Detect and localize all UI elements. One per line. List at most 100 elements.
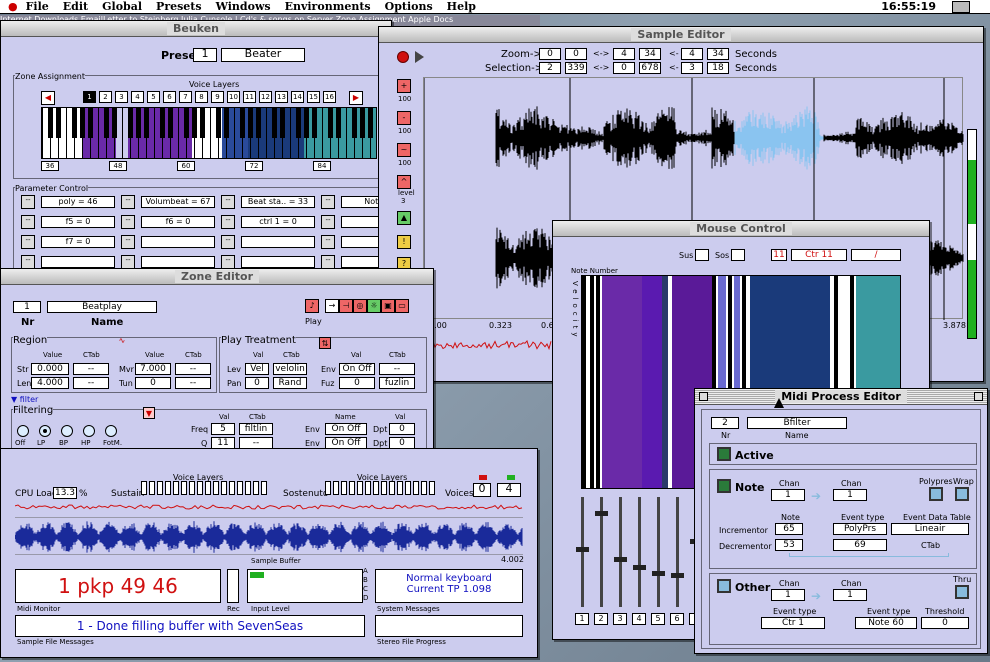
other-chan-out[interactable]: 1 [833, 589, 867, 601]
slider-number[interactable]: 6 [670, 613, 684, 625]
keyboard[interactable] [41, 107, 377, 159]
envf-field[interactable]: On Off [325, 423, 367, 435]
parameter-icon[interactable]: -- [121, 235, 135, 249]
parameter-icon[interactable]: -- [221, 215, 235, 229]
event-type-field[interactable]: PolyPrs [833, 523, 887, 535]
filter-disclosure[interactable]: ▼ filter [11, 395, 38, 404]
sus-field[interactable] [695, 249, 709, 261]
menu-file[interactable]: File [26, 0, 49, 13]
zoom-start-a[interactable]: 0 [539, 48, 561, 60]
filter-mode-radio[interactable] [17, 425, 29, 437]
mouse-control-titlebar[interactable]: Mouse Control [553, 221, 929, 237]
str-field[interactable]: 0.000 [31, 363, 69, 375]
zoom-end-a[interactable]: 4 [613, 48, 635, 60]
slider-number[interactable]: 4 [632, 613, 646, 625]
filter-mode-radio[interactable] [39, 425, 51, 437]
threshold-field[interactable]: 0 [921, 617, 969, 629]
parameter-icon[interactable]: -- [21, 235, 35, 249]
slider-knob[interactable] [633, 565, 646, 570]
note-chan-out[interactable]: 1 [833, 489, 867, 501]
mvr-field[interactable]: 7.000 [135, 363, 171, 375]
voice-layer-button[interactable]: 9 [211, 91, 224, 103]
len-field[interactable]: 4.000 [31, 377, 69, 389]
next-icon[interactable]: → [325, 299, 339, 313]
parameter-icon[interactable]: -- [21, 255, 35, 269]
parameter-icon[interactable]: -- [321, 255, 335, 269]
zone-name-field[interactable]: Beatplay [47, 301, 157, 313]
tool-a-icon[interactable]: ▲ [397, 211, 411, 225]
pan-field[interactable]: 0 [245, 377, 269, 389]
voice-layer-button[interactable]: 16 [323, 91, 336, 103]
lock-icon[interactable]: ▣ [381, 299, 395, 313]
env-ctab[interactable]: -- [379, 363, 415, 375]
zoom-start-b[interactable]: 0 [565, 48, 587, 60]
menu-presets[interactable]: Presets [156, 0, 202, 13]
voice-layer-button[interactable]: 2 [99, 91, 112, 103]
zoom-end-b[interactable]: 34 [639, 48, 661, 60]
voice-layer-button[interactable]: 12 [259, 91, 272, 103]
zone-editor-titlebar[interactable]: Zone Editor [1, 269, 433, 285]
arrow-left-icon[interactable]: ◀ [41, 91, 55, 105]
voice-layer-button[interactable]: 10 [227, 91, 240, 103]
parameter-field[interactable]: ctrl 1 = 0 [241, 216, 315, 228]
zoom-box-icon[interactable] [974, 392, 983, 401]
selection-end-a[interactable]: 0 [613, 62, 635, 74]
zone-nr-field[interactable]: 1 [13, 301, 41, 313]
preset-name[interactable]: Beater [221, 48, 305, 62]
pan-ctab[interactable]: Rand [273, 377, 307, 389]
voice-layer-button[interactable]: 5 [147, 91, 160, 103]
note-chan-in[interactable]: 1 [771, 489, 805, 501]
selection-end-b[interactable]: 678 [639, 62, 661, 74]
parameter-field[interactable] [241, 256, 315, 268]
close-box-icon[interactable] [699, 392, 708, 401]
parameter-icon[interactable]: -- [221, 195, 235, 209]
parameter-icon[interactable]: -- [21, 215, 35, 229]
slider-track[interactable] [638, 497, 641, 607]
polypres-checkbox[interactable] [929, 487, 943, 501]
beuken-titlebar[interactable]: Beuken [1, 21, 391, 37]
other-chan-in[interactable]: 1 [771, 589, 805, 601]
other-checkbox[interactable] [717, 579, 731, 593]
slider-number[interactable]: 3 [613, 613, 627, 625]
gain-icon[interactable]: ~ [397, 143, 411, 157]
slider-number[interactable]: 1 [575, 613, 589, 625]
incrementor-field[interactable]: 65 [775, 523, 803, 535]
zoom-in-icon[interactable]: + [397, 79, 411, 93]
sun-icon[interactable]: ☼ [367, 299, 381, 313]
parameter-icon[interactable]: -- [121, 255, 135, 269]
trash-icon[interactable]: ▭ [395, 299, 409, 313]
parameter-field[interactable] [141, 236, 215, 248]
parameter-field[interactable]: poly = 46 [41, 196, 115, 208]
voice-layer-button[interactable]: 11 [243, 91, 256, 103]
other-event-type-in[interactable]: Ctr 1 [761, 617, 825, 629]
lev-field[interactable]: Vel [245, 363, 269, 375]
voice-layer-button[interactable]: 15 [307, 91, 320, 103]
zoom-len-b[interactable]: 34 [707, 48, 729, 60]
apple-icon[interactable]: ● [8, 0, 18, 13]
fuz-ctab[interactable]: fuzlin [379, 377, 415, 389]
record-button[interactable] [397, 51, 409, 63]
mvr-ctab[interactable]: -- [175, 363, 211, 375]
thru-checkbox[interactable] [955, 585, 969, 599]
play-arrow-icon[interactable] [415, 51, 424, 63]
tool-b-icon[interactable]: ! [397, 235, 411, 249]
zoom-len-a[interactable]: 4 [681, 48, 703, 60]
fuz-field[interactable]: 0 [339, 377, 375, 389]
event-value-field[interactable]: 69 [833, 539, 887, 551]
slider-track[interactable] [619, 497, 622, 607]
controller-number[interactable]: 11 [771, 249, 787, 261]
parameter-field[interactable] [141, 256, 215, 268]
selection-start-a[interactable]: 2 [539, 62, 561, 74]
slider-knob[interactable] [652, 571, 665, 576]
midi-name-field[interactable]: Bfilter [747, 417, 847, 429]
parameter-field[interactable]: f6 = 0 [141, 216, 215, 228]
slider-knob[interactable] [595, 511, 608, 516]
slider-knob[interactable] [576, 547, 589, 552]
app-icon[interactable] [952, 1, 970, 13]
parameter-icon[interactable]: -- [221, 235, 235, 249]
filter-mode-radio[interactable] [61, 425, 73, 437]
voice-layer-button[interactable]: 8 [195, 91, 208, 103]
voice-layer-button[interactable]: 1 [83, 91, 96, 103]
parameter-field[interactable]: f5 = 0 [41, 216, 115, 228]
selection-start-b[interactable]: 339 [565, 62, 587, 74]
